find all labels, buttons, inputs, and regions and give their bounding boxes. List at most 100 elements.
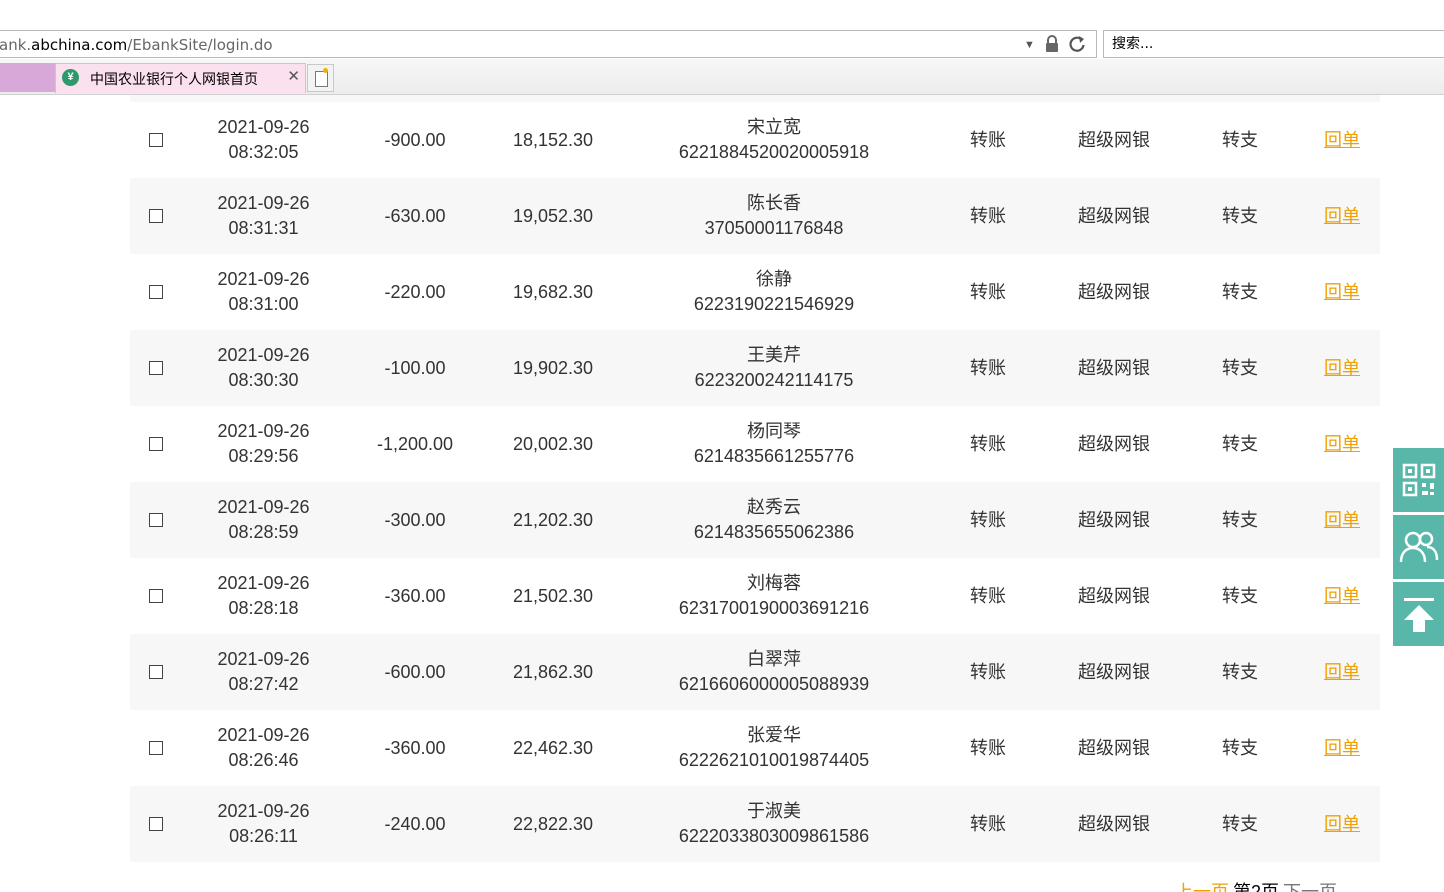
row-checkbox[interactable] <box>149 741 163 755</box>
row-checkbox[interactable] <box>149 285 163 299</box>
transaction-clock: 08:26:11 <box>229 826 298 846</box>
new-tab-button[interactable] <box>307 64 334 92</box>
transaction-channel: 超级网银 <box>1078 813 1150 834</box>
account-balance: 22,462.30 <box>512 737 594 758</box>
counterparty: 张爱华 6222621010019874405 <box>650 710 898 786</box>
receipt-link[interactable]: 回单 <box>1324 508 1360 533</box>
transaction-time: 2021-09-26 08:29:56 <box>206 406 321 482</box>
back-to-top-button[interactable] <box>1393 582 1444 646</box>
row-select[interactable] <box>146 786 166 862</box>
table-row: 2021-09-26 08:26:46 -360.00 22,462.30 张爱华 622… <box>130 710 1380 786</box>
receipt-link[interactable]: 回单 <box>1324 584 1360 609</box>
transaction-amount: -1,200.00 <box>376 433 454 454</box>
counterparty: 王美芹 6223200242114175 <box>650 330 898 406</box>
counterparty: 白翠萍 6216606000005088939 <box>650 634 898 710</box>
close-tab-icon[interactable]: ✕ <box>287 67 300 85</box>
counterparty-name: 徐静 <box>756 269 792 289</box>
counterparty-account: 6222033803009861586 <box>678 826 870 846</box>
counterparty-name: 刘梅蓉 <box>747 573 801 593</box>
transaction-direction: 转支 <box>1222 129 1258 150</box>
transaction-direction: 转支 <box>1222 433 1258 454</box>
receipt-link[interactable]: 回单 <box>1324 432 1360 457</box>
url-dropdown-icon[interactable]: ▼ <box>1024 35 1035 55</box>
receipt-link[interactable]: 回单 <box>1324 204 1360 229</box>
receipt-link[interactable]: 回单 <box>1324 280 1360 305</box>
receipt-link[interactable]: 回单 <box>1324 660 1360 685</box>
counterparty: 于淑美 6222033803009861586 <box>650 786 898 862</box>
transaction-type: 转账 <box>970 661 1006 682</box>
qr-code-button[interactable] <box>1393 448 1444 512</box>
row-checkbox[interactable] <box>149 589 163 603</box>
search-box[interactable] <box>1103 30 1444 58</box>
counterparty-account: 37050001176848 <box>704 218 844 238</box>
row-select[interactable] <box>146 406 166 482</box>
tab-title: 中国农业银行个人网银首页 <box>90 71 258 87</box>
qr-code-icon <box>1402 463 1435 497</box>
transaction-date: 2021-09-26 <box>217 725 310 745</box>
receipt-link[interactable]: 回单 <box>1324 128 1360 153</box>
lock-icon[interactable] <box>1045 35 1059 53</box>
transaction-clock: 08:27:42 <box>228 674 299 694</box>
counterparty: 刘梅蓉 6231700190003691216 <box>650 558 898 634</box>
tab-abc-bank[interactable]: ¥ 中国农业银行个人网银首页 ✕ <box>55 63 306 93</box>
counterparty-name: 于淑美 <box>747 801 801 821</box>
receipt-link[interactable]: 回单 <box>1324 736 1360 761</box>
search-input[interactable] <box>1112 32 1432 56</box>
row-checkbox[interactable] <box>149 513 163 527</box>
transaction-type: 转账 <box>970 129 1006 150</box>
row-checkbox[interactable] <box>149 437 163 451</box>
url-text[interactable]: ank.abchina.com/EbankSite/login.do <box>0 36 273 54</box>
table-row: 2021-09-26 08:30:30 -100.00 19,902.30 王美芹 622… <box>130 330 1380 406</box>
row-select[interactable] <box>146 482 166 558</box>
row-select[interactable] <box>146 710 166 786</box>
transaction-time: 2021-09-26 08:31:31 <box>206 178 321 254</box>
receipt-link[interactable]: 回单 <box>1324 812 1360 837</box>
transaction-clock: 08:30:30 <box>228 370 299 390</box>
row-select[interactable] <box>146 102 166 178</box>
customer-service-button[interactable] <box>1393 515 1444 579</box>
account-balance: 21,202.30 <box>512 509 594 530</box>
counterparty-account: 6223200242114175 <box>694 370 854 390</box>
counterparty: 赵秀云 6214835655062386 <box>650 482 898 558</box>
counterparty-name: 宋立宽 <box>747 117 801 137</box>
transaction-channel: 超级网银 <box>1078 509 1150 530</box>
row-select[interactable] <box>146 254 166 330</box>
counterparty: 宋立宽 6221884520020005918 <box>650 102 898 178</box>
transaction-direction: 转支 <box>1222 281 1258 302</box>
row-checkbox[interactable] <box>149 665 163 679</box>
transaction-time: 2021-09-26 08:26:46 <box>206 710 321 786</box>
tab-previous[interactable] <box>0 63 55 92</box>
transaction-clock: 08:26:46 <box>228 750 299 770</box>
counterparty-account: 6221884520020005918 <box>678 142 870 162</box>
account-balance: 22,822.30 <box>512 813 594 834</box>
row-select[interactable] <box>146 178 166 254</box>
row-select[interactable] <box>146 558 166 634</box>
transaction-channel: 超级网银 <box>1078 129 1150 150</box>
transaction-type: 转账 <box>970 433 1006 454</box>
receipt-link[interactable]: 回单 <box>1324 356 1360 381</box>
pagination: 上一页 第2页 下一页 <box>1175 878 1337 892</box>
row-select[interactable] <box>146 330 166 406</box>
row-checkbox[interactable] <box>149 361 163 375</box>
row-checkbox[interactable] <box>149 133 163 147</box>
counterparty: 陈长香 37050001176848 <box>650 178 898 254</box>
refresh-icon[interactable] <box>1068 34 1086 54</box>
transaction-direction: 转支 <box>1222 813 1258 834</box>
transaction-time: 2021-09-26 08:27:42 <box>206 634 321 710</box>
row-checkbox[interactable] <box>149 817 163 831</box>
next-page-link[interactable]: 下一页 <box>1283 882 1337 892</box>
transaction-clock: 08:28:59 <box>228 522 299 542</box>
row-checkbox[interactable] <box>149 209 163 223</box>
table-row: 2021-09-26 08:29:56 -1,200.00 20,002.30 杨同琴 6… <box>130 406 1380 482</box>
transaction-table: 2021-09-26 08:32:05 -900.00 18,152.30 宋立宽 622… <box>130 102 1380 862</box>
transaction-direction: 转支 <box>1222 737 1258 758</box>
transaction-direction: 转支 <box>1222 661 1258 682</box>
transaction-amount: -360.00 <box>384 585 446 606</box>
customer-service-icon <box>1399 531 1438 563</box>
row-select[interactable] <box>146 634 166 710</box>
transaction-type: 转账 <box>970 737 1006 758</box>
transaction-direction: 转支 <box>1222 205 1258 226</box>
address-bar[interactable]: ank.abchina.com/EbankSite/login.do ▼ <box>0 30 1097 58</box>
table-top-edge <box>130 95 1380 102</box>
prev-page-link[interactable]: 上一页 <box>1175 882 1229 892</box>
